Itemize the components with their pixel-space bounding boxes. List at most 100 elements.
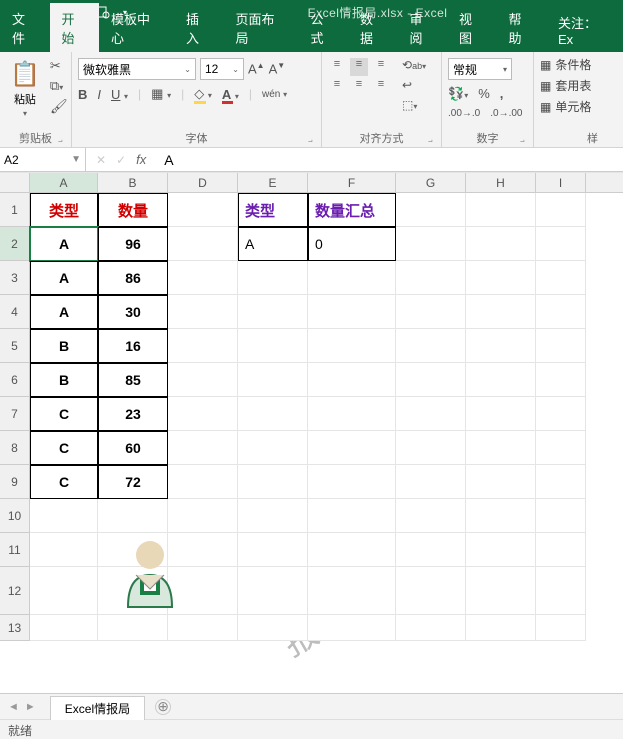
cell[interactable] — [536, 261, 586, 295]
cell[interactable]: 16 — [98, 329, 168, 363]
formula-input[interactable] — [156, 148, 623, 171]
decrease-decimal-button[interactable]: .0→.00 — [490, 108, 522, 119]
tab-formulas[interactable]: 公式 — [298, 3, 348, 52]
cell[interactable] — [466, 431, 536, 465]
cell[interactable]: 96 — [98, 227, 168, 261]
cell[interactable] — [238, 295, 308, 329]
cell[interactable] — [308, 533, 396, 567]
cell[interactable] — [238, 615, 308, 641]
cell[interactable] — [536, 363, 586, 397]
cell[interactable]: B — [30, 363, 98, 397]
cell[interactable] — [30, 499, 98, 533]
align-left-icon[interactable]: ≡ — [328, 78, 346, 96]
cell[interactable] — [238, 261, 308, 295]
cell[interactable] — [466, 615, 536, 641]
cell[interactable] — [30, 533, 98, 567]
cell[interactable] — [168, 329, 238, 363]
font-size-select[interactable]: 12⌄ — [200, 58, 244, 80]
align-middle-icon[interactable]: ≡ — [350, 58, 368, 76]
cell[interactable] — [238, 499, 308, 533]
cell[interactable] — [308, 499, 396, 533]
cell[interactable] — [396, 615, 466, 641]
cell[interactable] — [396, 295, 466, 329]
cell[interactable] — [168, 397, 238, 431]
cell[interactable]: 数量汇总 — [308, 193, 396, 227]
cell[interactable] — [238, 465, 308, 499]
grow-font-icon[interactable]: A▲ — [248, 61, 265, 76]
tab-page-layout[interactable]: 页面布局 — [223, 3, 298, 52]
align-bottom-icon[interactable]: ≡ — [372, 58, 390, 76]
col-header-I[interactable]: I — [536, 173, 586, 192]
cell[interactable] — [396, 499, 466, 533]
cell[interactable]: 60 — [98, 431, 168, 465]
cell[interactable] — [466, 397, 536, 431]
paste-button[interactable]: 📋 粘贴 ▾ — [6, 58, 44, 120]
col-header-G[interactable]: G — [396, 173, 466, 192]
phonetic-button[interactable]: wén ▾ — [262, 89, 287, 100]
cell[interactable]: A — [30, 261, 98, 295]
cell[interactable]: A — [238, 227, 308, 261]
cell-styles-button[interactable]: ▦单元格 — [540, 98, 598, 115]
tab-insert[interactable]: 插入 — [174, 3, 224, 52]
italic-button[interactable]: I — [97, 87, 101, 102]
row-header[interactable]: 9 — [0, 465, 30, 499]
cell[interactable] — [396, 261, 466, 295]
cell[interactable] — [466, 499, 536, 533]
row-header[interactable]: 11 — [0, 533, 30, 567]
cell[interactable]: A — [30, 295, 98, 329]
cell[interactable] — [466, 533, 536, 567]
row-header[interactable]: 6 — [0, 363, 30, 397]
cell[interactable] — [466, 295, 536, 329]
cancel-formula-icon[interactable]: ✕ — [96, 153, 106, 167]
cell[interactable] — [396, 193, 466, 227]
cell[interactable] — [238, 567, 308, 615]
cell[interactable] — [396, 363, 466, 397]
cell[interactable] — [98, 533, 168, 567]
number-format-select[interactable]: 常规▾ — [448, 58, 512, 80]
name-box-dropdown-icon[interactable]: ▼ — [71, 154, 81, 165]
cell[interactable] — [308, 431, 396, 465]
cell[interactable] — [536, 193, 586, 227]
cell[interactable] — [168, 499, 238, 533]
currency-button[interactable]: 💱▾ — [448, 86, 468, 102]
cell[interactable]: 85 — [98, 363, 168, 397]
cell[interactable]: B — [30, 329, 98, 363]
cell[interactable]: 72 — [98, 465, 168, 499]
cell[interactable] — [168, 431, 238, 465]
cell[interactable] — [98, 499, 168, 533]
tab-view[interactable]: 视图 — [447, 3, 497, 52]
row-header[interactable]: 12 — [0, 567, 30, 615]
cell[interactable] — [536, 615, 586, 641]
cell[interactable] — [536, 465, 586, 499]
cell[interactable]: C — [30, 465, 98, 499]
cell[interactable] — [536, 533, 586, 567]
col-header-F[interactable]: F — [308, 173, 396, 192]
cell[interactable] — [536, 295, 586, 329]
cell[interactable] — [466, 227, 536, 261]
cell[interactable] — [30, 615, 98, 641]
cell[interactable] — [536, 431, 586, 465]
cell[interactable] — [308, 261, 396, 295]
row-header[interactable]: 5 — [0, 329, 30, 363]
cell[interactable]: C — [30, 431, 98, 465]
cell[interactable] — [238, 431, 308, 465]
cell[interactable] — [168, 295, 238, 329]
cell[interactable] — [168, 227, 238, 261]
cell[interactable]: C — [30, 397, 98, 431]
row-header[interactable]: 4 — [0, 295, 30, 329]
align-top-icon[interactable]: ≡ — [328, 58, 346, 76]
borders-button[interactable]: ▦ ▾ — [151, 86, 171, 102]
cell[interactable] — [308, 329, 396, 363]
cell[interactable]: 23 — [98, 397, 168, 431]
cell[interactable] — [396, 431, 466, 465]
wrap-text-button[interactable]: ↩ — [402, 78, 426, 92]
cell[interactable] — [308, 295, 396, 329]
font-color-button[interactable]: A ▾ — [222, 87, 239, 102]
cell[interactable] — [308, 615, 396, 641]
name-box-input[interactable] — [4, 153, 64, 167]
format-painter-icon[interactable]: 🖌 — [50, 98, 68, 115]
cell[interactable] — [466, 465, 536, 499]
row-header[interactable]: 2 — [0, 227, 30, 261]
cut-icon[interactable]: ✂ — [50, 58, 68, 74]
cell[interactable] — [536, 329, 586, 363]
